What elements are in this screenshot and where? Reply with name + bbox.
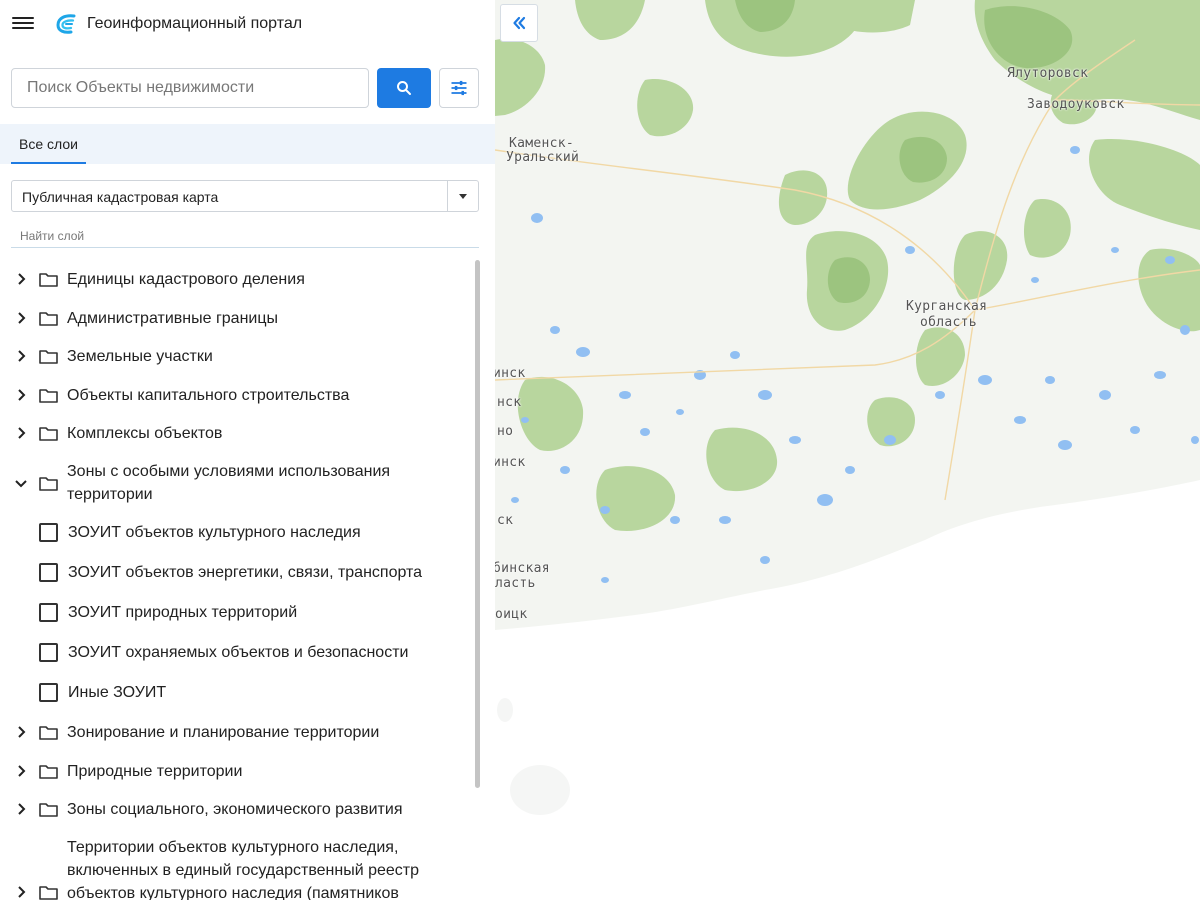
app-title: Геоинформационный портал <box>87 15 303 32</box>
layer-group-cultural-heritage-territories[interactable]: Территории объектов культурного наследия… <box>0 836 470 900</box>
layer-checkbox[interactable] <box>39 563 58 582</box>
layer-label: ЗОУИТ объектов энергетики, связи, трансп… <box>68 564 423 581</box>
map-label-city: нск <box>497 395 522 410</box>
layer-group-label: Объекты капитального строительства <box>67 387 350 404</box>
layer-group-cadastral-division[interactable]: Единицы кадастрового деления <box>0 267 470 291</box>
chevron-down-icon[interactable] <box>14 476 28 490</box>
folder-icon <box>39 389 58 403</box>
filter-settings-button[interactable] <box>439 68 479 108</box>
layer-group-label: Единицы кадастрового деления <box>67 271 305 288</box>
layer-label: ЗОУИТ природных территорий <box>68 604 298 621</box>
layer-group-label: Зоны социального, экономического развити… <box>67 801 403 818</box>
folder-icon <box>39 765 58 779</box>
folder-icon <box>39 427 58 441</box>
layer-label: Иные ЗОУИТ <box>68 684 167 701</box>
map-label-city: оицк <box>495 607 528 622</box>
layer-zouit-cultural-heritage[interactable]: ЗОУИТ объектов культурного наследия <box>0 521 470 543</box>
layer-group-label: Комплексы объектов <box>67 425 223 442</box>
folder-icon <box>39 726 58 740</box>
map-label-region: бинская <box>495 561 550 576</box>
chevron-right-icon[interactable] <box>14 725 28 739</box>
terrain-patches <box>497 698 570 815</box>
layer-label: ЗОУИТ охраняемых объектов и безопасности <box>68 644 409 661</box>
sliders-icon <box>451 80 467 96</box>
folder-icon <box>39 886 58 900</box>
map-label-city: Заводоуковск <box>1027 97 1125 112</box>
sidebar: Геоинформационный портал Все слои Публич… <box>0 0 495 900</box>
layer-zouit-other[interactable]: Иные ЗОУИТ <box>0 681 470 703</box>
folder-icon <box>39 273 58 287</box>
caret-down-icon[interactable] <box>447 181 478 211</box>
folder-icon <box>39 803 58 817</box>
layer-tree: Единицы кадастрового деления Администрат… <box>0 260 478 900</box>
tab-bar: Все слои <box>0 124 495 164</box>
basemap-select[interactable]: Публичная кадастровая карта <box>11 180 479 212</box>
map-canvas[interactable] <box>495 0 1200 900</box>
layer-group-label: Зоны с особыми условиями использования т… <box>67 463 391 503</box>
portal-logo-icon <box>56 14 76 34</box>
chevron-right-icon[interactable] <box>14 885 28 899</box>
layer-group-label: Зонирование и планирование территории <box>67 724 380 741</box>
layer-tree-scrollbar[interactable] <box>475 260 480 788</box>
map-label-city: Уральский <box>506 150 580 165</box>
layer-group-zouit[interactable]: Зоны с особыми условиями использования т… <box>0 459 470 507</box>
chevron-right-icon[interactable] <box>14 802 28 816</box>
search-input[interactable] <box>11 68 369 108</box>
layer-group-label: Административные границы <box>67 310 279 327</box>
map-label-region: Курганская <box>906 299 988 314</box>
layer-group-admin-borders[interactable]: Административные границы <box>0 306 470 330</box>
layer-search-input[interactable] <box>11 224 479 248</box>
folder-icon <box>39 477 58 491</box>
basemap-select-value: Публичная кадастровая карта <box>22 189 219 205</box>
chevron-right-icon[interactable] <box>14 272 28 286</box>
chevron-right-icon[interactable] <box>14 426 28 440</box>
layer-checkbox[interactable] <box>39 603 58 622</box>
map-label-city: ск <box>497 513 514 528</box>
collapse-sidebar-button[interactable] <box>500 4 538 42</box>
search-button[interactable] <box>377 68 431 108</box>
search-icon <box>397 81 411 95</box>
folder-icon <box>39 312 58 326</box>
chevron-right-icon[interactable] <box>14 764 28 778</box>
layer-group-zoning-planning[interactable]: Зонирование и планирование территории <box>0 720 470 744</box>
layer-group-label: Природные территории <box>67 763 243 780</box>
double-chevron-left-icon <box>513 16 526 30</box>
layer-group-object-complexes[interactable]: Комплексы объектов <box>0 421 470 445</box>
map-label-region: ласть <box>495 576 536 591</box>
map-label-city: инск <box>495 455 526 470</box>
map-label-city: Каменск- <box>509 136 575 151</box>
chevron-right-icon[interactable] <box>14 349 28 363</box>
menu-icon[interactable] <box>12 14 34 34</box>
top-bar: Геоинформационный портал <box>0 0 495 48</box>
map-view[interactable]: Ялуторовск Заводоуковск Каменск- Уральск… <box>495 0 1200 900</box>
tab-all-layers[interactable]: Все слои <box>11 124 86 164</box>
layer-zouit-natural-territories[interactable]: ЗОУИТ природных территорий <box>0 601 470 623</box>
layer-group-label: Земельные участки <box>67 348 213 365</box>
layer-zouit-protected-objects[interactable]: ЗОУИТ охраняемых объектов и безопасности <box>0 641 470 663</box>
layer-checkbox[interactable] <box>39 523 58 542</box>
chevron-right-icon[interactable] <box>14 388 28 402</box>
map-label-city: инск <box>495 366 526 381</box>
map-label-region: область <box>920 315 977 330</box>
map-label-city: но <box>497 424 514 439</box>
folder-icon <box>39 350 58 364</box>
layer-group-label: Территории объектов культурного наследия… <box>67 839 420 900</box>
layer-checkbox[interactable] <box>39 643 58 662</box>
map-label-city: Ялуторовск <box>1007 66 1089 81</box>
layer-checkbox[interactable] <box>39 683 58 702</box>
layer-group-capital-construction[interactable]: Объекты капитального строительства <box>0 383 470 407</box>
layer-group-social-economic[interactable]: Зоны социального, экономического развити… <box>0 797 470 821</box>
layer-label: ЗОУИТ объектов культурного наследия <box>68 524 361 541</box>
layer-group-land-plots[interactable]: Земельные участки <box>0 344 470 368</box>
layer-group-natural-territories[interactable]: Природные территории <box>0 759 470 783</box>
chevron-right-icon[interactable] <box>14 311 28 325</box>
layer-zouit-energy-transport[interactable]: ЗОУИТ объектов энергетики, связи, трансп… <box>0 561 470 583</box>
